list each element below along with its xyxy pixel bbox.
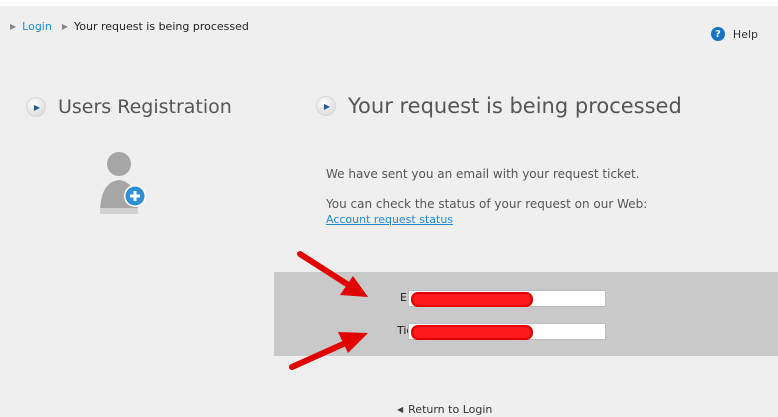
- return-to-login-label: Return to Login: [408, 403, 493, 416]
- request-processed-title: Your request is being processed: [348, 94, 682, 118]
- account-request-status-link[interactable]: Account request status: [326, 213, 453, 226]
- help-label: Help: [732, 27, 758, 41]
- redaction-mark: [411, 292, 533, 307]
- breadcrumb-login-link[interactable]: Login: [22, 20, 52, 33]
- redaction-mark: [411, 325, 533, 340]
- users-registration-title: Users Registration: [58, 96, 232, 118]
- annotation-arrow-icon: [297, 251, 368, 297]
- breadcrumb-current: Your request is being processed: [74, 20, 249, 33]
- top-strip: [0, 0, 778, 6]
- help-button[interactable]: ? Help: [710, 27, 758, 41]
- return-to-login-link[interactable]: ◀ Return to Login: [397, 403, 492, 416]
- back-arrow-icon: ◀: [397, 405, 404, 414]
- request-processed-heading: ▶ Your request is being processed: [316, 94, 682, 118]
- breadcrumb-arrow-icon: ▶: [61, 22, 68, 31]
- breadcrumb: ▶ Login ▶ Your request is being processe…: [10, 20, 249, 33]
- check-status-message: You can check the status of your request…: [326, 197, 648, 211]
- annotation-arrow-icon: [289, 332, 368, 370]
- email-field[interactable]: [408, 290, 606, 307]
- email-sent-message: We have sent you an email with your requ…: [326, 167, 640, 181]
- help-icon: ?: [710, 27, 725, 41]
- ticket-field[interactable]: [408, 323, 606, 340]
- users-registration-heading: ▶ Users Registration: [26, 96, 232, 118]
- breadcrumb-arrow-icon: ▶: [10, 22, 17, 31]
- bullet-arrow-icon: ▶: [26, 97, 46, 117]
- bullet-arrow-icon: ▶: [316, 96, 336, 116]
- user-add-icon: [100, 152, 150, 218]
